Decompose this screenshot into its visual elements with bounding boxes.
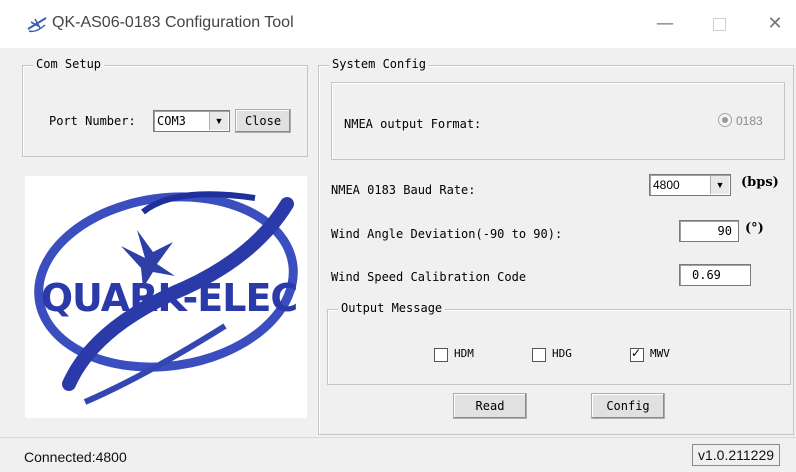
close-window-button[interactable]: ✕	[760, 10, 790, 38]
baud-rate-select[interactable]: 4800 ▼	[649, 174, 731, 196]
connection-status: Connected:4800	[24, 449, 127, 465]
minimize-button[interactable]: —	[650, 10, 680, 38]
com-setup-legend: Com Setup	[33, 57, 105, 71]
system-config-group: System Config NMEA output Format: 0183 N…	[318, 57, 794, 435]
output-message-group: Output Message HDM HDG ✓ MWV	[327, 301, 791, 385]
checkmark-icon: ✓	[631, 346, 642, 360]
system-config-legend: System Config	[329, 57, 429, 71]
read-button[interactable]: Read	[453, 393, 527, 419]
wind-speed-label: Wind Speed Calibration Code	[331, 270, 527, 284]
port-number-select[interactable]: COM3 ▼	[153, 110, 230, 132]
version-label: v1.0.211229	[692, 444, 781, 466]
config-button[interactable]: Config	[591, 393, 665, 419]
maximize-button[interactable]	[704, 10, 734, 38]
wind-angle-label: Wind Angle Deviation(-90 to 90):	[331, 227, 563, 241]
window-title: QK-AS06-0183 Configuration Tool	[52, 14, 294, 31]
wind-speed-input[interactable]: 0.69	[679, 264, 751, 286]
radio-dot-icon	[722, 117, 728, 123]
hdg-checkbox[interactable]	[532, 348, 546, 362]
hdm-checkbox[interactable]	[434, 348, 448, 362]
nmea-format-panel: NMEA output Format: 0183	[331, 82, 785, 160]
wind-angle-input[interactable]: 90	[679, 220, 739, 242]
nmea-0183-option-label: 0183	[736, 114, 763, 128]
quark-elec-logo: QUARK-ELEC	[25, 176, 307, 418]
baud-rate-value: 4800	[653, 178, 680, 192]
baud-rate-unit: (bps)	[741, 175, 779, 190]
wind-angle-value: 90	[717, 224, 732, 238]
port-number-label: Port Number:	[49, 114, 136, 128]
chevron-down-icon[interactable]: ▼	[710, 176, 729, 194]
close-port-button[interactable]: Close	[235, 109, 291, 133]
nmea-0183-radio[interactable]	[718, 113, 732, 127]
mwv-checkbox[interactable]: ✓	[630, 346, 644, 362]
status-bar: Connected:4800 v1.0.211229	[0, 437, 796, 472]
hdg-label: HDG	[552, 347, 572, 360]
baud-rate-label: NMEA 0183 Baud Rate:	[331, 183, 476, 197]
app-icon	[27, 17, 47, 33]
maximize-icon	[712, 18, 726, 31]
mwv-label: MWV	[650, 347, 670, 360]
minimize-icon: —	[656, 13, 674, 34]
close-icon: ✕	[767, 13, 783, 34]
title-bar: QK-AS06-0183 Configuration Tool — ✕	[0, 0, 796, 48]
port-number-value: COM3	[157, 114, 186, 128]
chevron-down-icon[interactable]: ▼	[209, 112, 228, 130]
com-setup-group: Com Setup Port Number: COM3 ▼ Close	[22, 57, 308, 157]
wind-angle-unit: (°)	[745, 221, 764, 236]
output-message-legend: Output Message	[338, 301, 446, 315]
nmea-format-label: NMEA output Format:	[344, 117, 482, 131]
logo-text: QUARK-ELEC	[40, 276, 299, 320]
wind-speed-value: 0.69	[692, 268, 721, 282]
hdm-label: HDM	[454, 347, 474, 360]
